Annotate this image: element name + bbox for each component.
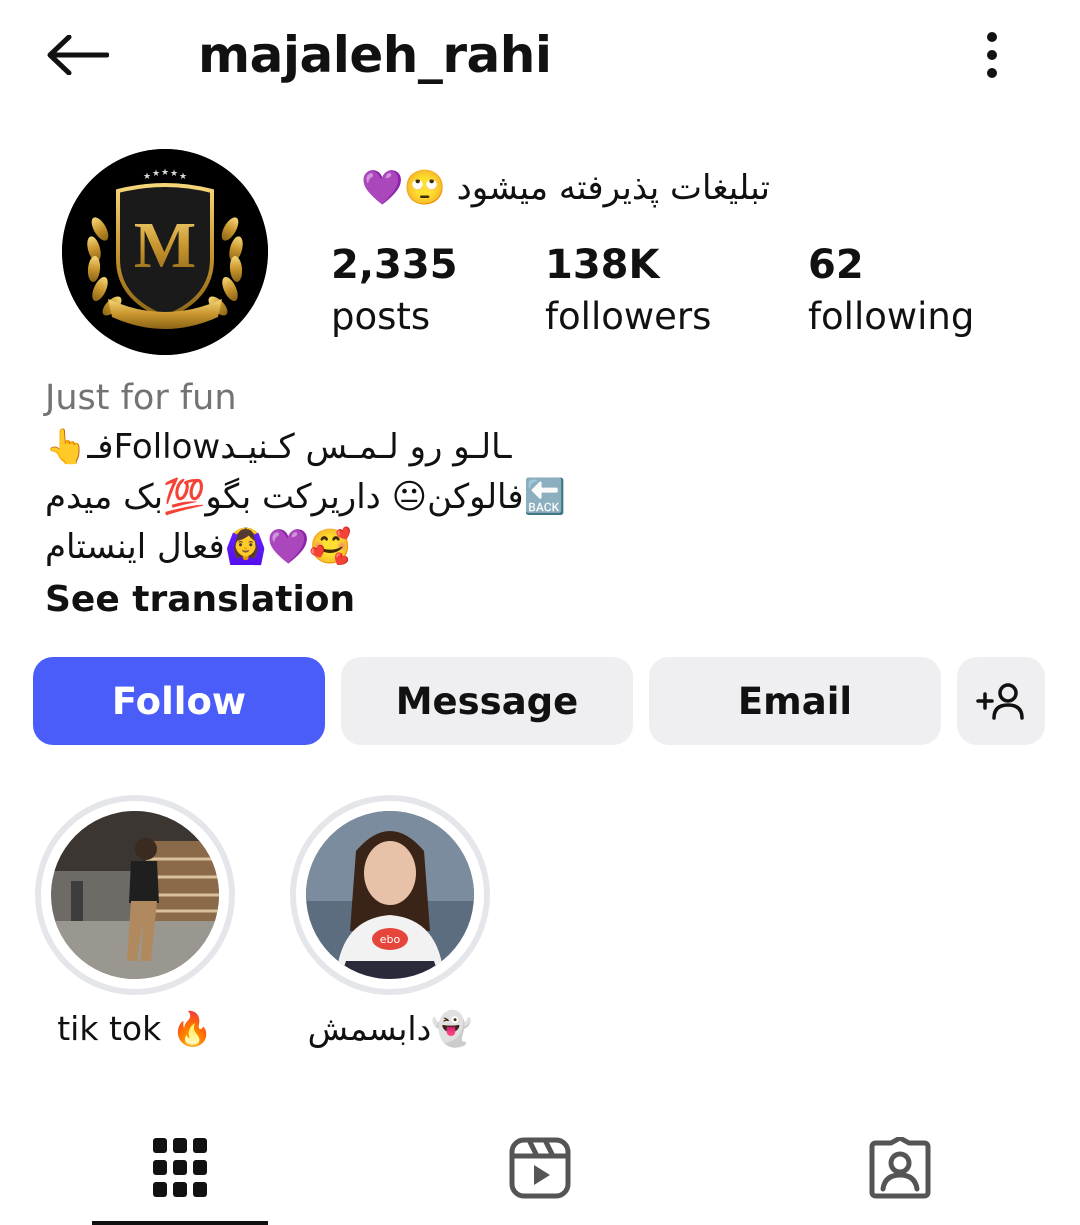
- see-translation-link[interactable]: See translation: [45, 574, 355, 626]
- add-user-icon: [976, 683, 1024, 720]
- more-vertical-icon: [987, 32, 997, 78]
- highlight-ring: [35, 795, 235, 995]
- story-highlight[interactable]: ebo دابسمش👻: [290, 795, 490, 1053]
- highlight-label: دابسمش👻: [307, 1009, 473, 1048]
- grid-icon: [153, 1137, 207, 1197]
- more-options-button[interactable]: [966, 22, 1018, 88]
- svg-text:★: ★: [143, 172, 151, 182]
- profile-tabs: [0, 1110, 1080, 1225]
- profile-tagline: تبلیغات پذیرفته میشود 🙄💜: [330, 160, 770, 216]
- following-count: 62: [808, 242, 864, 288]
- profile-username: majaleh_rahi: [198, 26, 552, 84]
- highlight-cover-image: [51, 811, 219, 979]
- svg-text:ebo: ebo: [380, 933, 401, 946]
- avatar-logo: ★ ★ ★ ★ ★ M: [62, 149, 268, 355]
- suggest-users-button[interactable]: [957, 657, 1045, 745]
- back-button[interactable]: [40, 22, 114, 88]
- highlight-ring: ebo: [290, 795, 490, 995]
- stat-posts[interactable]: 2,335 posts: [331, 240, 458, 344]
- tagline-emoji: 🙄💜: [361, 168, 446, 208]
- tagged-icon: [869, 1136, 931, 1198]
- svg-text:★: ★: [152, 169, 160, 179]
- story-highlight[interactable]: tik tok 🔥: [35, 795, 235, 1053]
- follow-button[interactable]: Follow: [33, 657, 325, 745]
- posts-label: posts: [331, 295, 431, 338]
- stat-followers[interactable]: 138K followers: [545, 240, 711, 344]
- active-tab-indicator: [92, 1221, 268, 1225]
- svg-text:★: ★: [161, 168, 169, 178]
- bio-line: 🥰💜🙆‍♀️فعال اینستام: [45, 527, 352, 567]
- svg-text:★: ★: [179, 172, 187, 182]
- bio-line: ـالـو رو لـمـس کـنیـدFollowفـ👆: [45, 427, 512, 467]
- svg-text:★: ★: [170, 169, 178, 179]
- highlight-label: tik tok 🔥: [57, 1009, 213, 1048]
- following-label: following: [808, 295, 975, 338]
- message-button[interactable]: Message: [341, 657, 633, 745]
- highlight-cover-image: ebo: [306, 811, 474, 979]
- tagline-text: تبلیغات پذیرفته میشود: [456, 168, 770, 208]
- profile-bio: Just for fun ـالـو رو لـمـس کـنیـدFollow…: [45, 374, 1045, 626]
- bio-category: Just for fun: [45, 378, 237, 418]
- tab-tagged[interactable]: [812, 1110, 988, 1225]
- posts-count: 2,335: [331, 242, 458, 288]
- stat-following[interactable]: 62 following: [808, 240, 974, 344]
- avatar-letter: M: [134, 209, 196, 282]
- bio-line: 🔙فالوکن😐 داریرکت بگو💯بک میدم: [45, 477, 567, 517]
- tab-posts-grid[interactable]: [92, 1110, 268, 1225]
- followers-count: 138K: [545, 242, 660, 288]
- profile-avatar[interactable]: ★ ★ ★ ★ ★ M: [62, 149, 268, 355]
- email-button[interactable]: Email: [649, 657, 941, 745]
- top-bar: majaleh_rahi: [0, 0, 1080, 110]
- reels-icon: [509, 1137, 571, 1198]
- followers-label: followers: [545, 295, 712, 338]
- arrow-left-icon: [47, 35, 109, 75]
- tab-reels[interactable]: [452, 1110, 628, 1225]
